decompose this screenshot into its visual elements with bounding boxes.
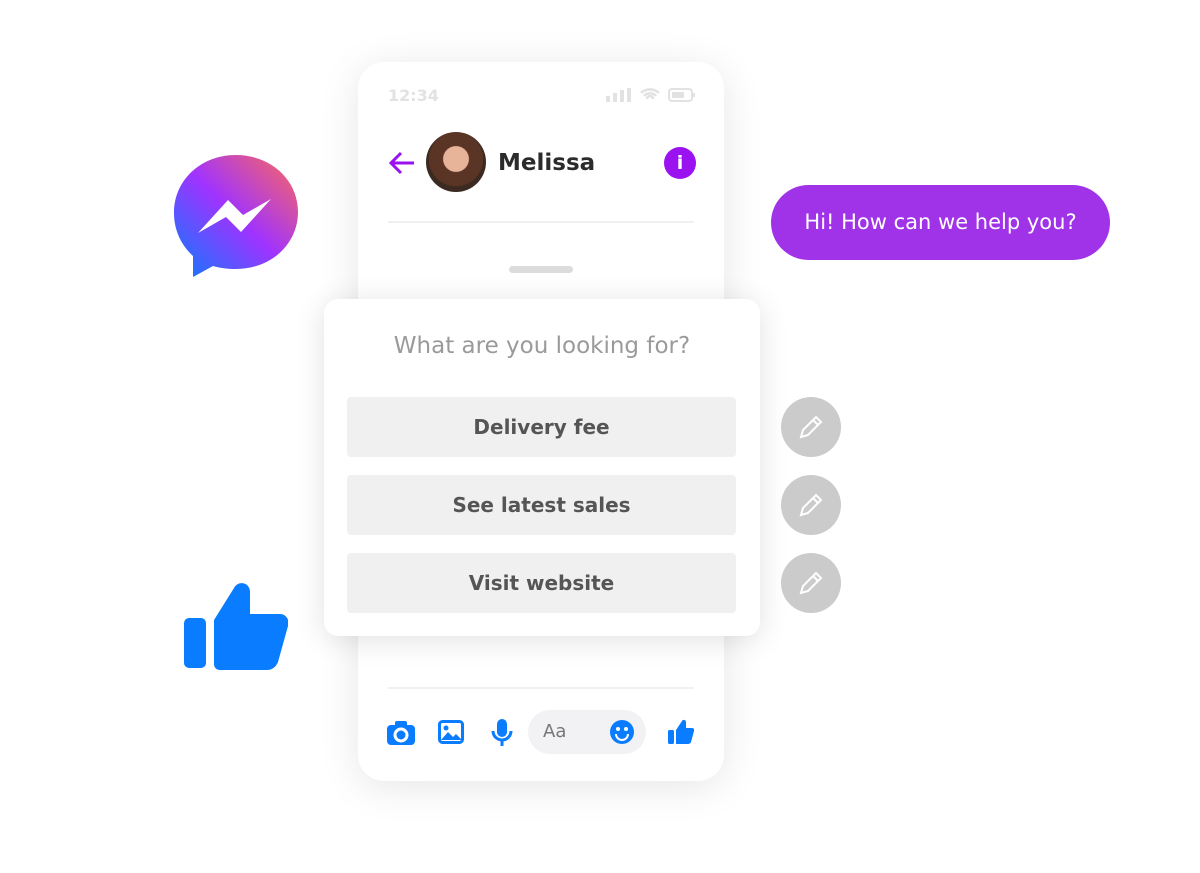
option-visit-website[interactable]: Visit website	[347, 553, 736, 613]
back-arrow-icon[interactable]	[388, 151, 416, 175]
chat-bubble: Hi! How can we help you?	[771, 185, 1110, 260]
question-text: What are you looking for?	[393, 333, 691, 359]
quick-replies-card: What are you looking for? Delivery fee S…	[324, 299, 760, 636]
pencil-icon	[799, 415, 823, 439]
divider	[388, 221, 694, 223]
divider	[388, 687, 694, 689]
sheet-handle[interactable]	[509, 266, 573, 273]
pencil-icon	[799, 493, 823, 517]
messenger-logo	[173, 153, 299, 283]
thumbs-up-icon	[184, 580, 289, 674]
image-icon[interactable]	[438, 720, 464, 744]
status-icons	[606, 88, 696, 102]
edit-button[interactable]	[781, 553, 841, 613]
camera-icon[interactable]	[387, 721, 415, 745]
message-placeholder: Aa	[543, 721, 567, 742]
wifi-icon	[640, 88, 660, 100]
emoji-icon[interactable]	[610, 720, 634, 744]
contact-name: Melissa	[498, 150, 596, 176]
status-time: 12:34	[388, 86, 439, 105]
signal-icon	[606, 88, 631, 102]
pencil-icon	[799, 571, 823, 595]
option-latest-sales[interactable]: See latest sales	[347, 475, 736, 535]
edit-button[interactable]	[781, 475, 841, 535]
like-icon[interactable]	[668, 719, 694, 745]
battery-icon	[668, 88, 695, 102]
avatar[interactable]	[426, 132, 486, 192]
info-icon[interactable]: i	[664, 147, 696, 179]
option-delivery-fee[interactable]: Delivery fee	[347, 397, 736, 457]
microphone-icon[interactable]	[491, 719, 513, 747]
message-input[interactable]: Aa	[528, 710, 646, 754]
edit-button[interactable]	[781, 397, 841, 457]
